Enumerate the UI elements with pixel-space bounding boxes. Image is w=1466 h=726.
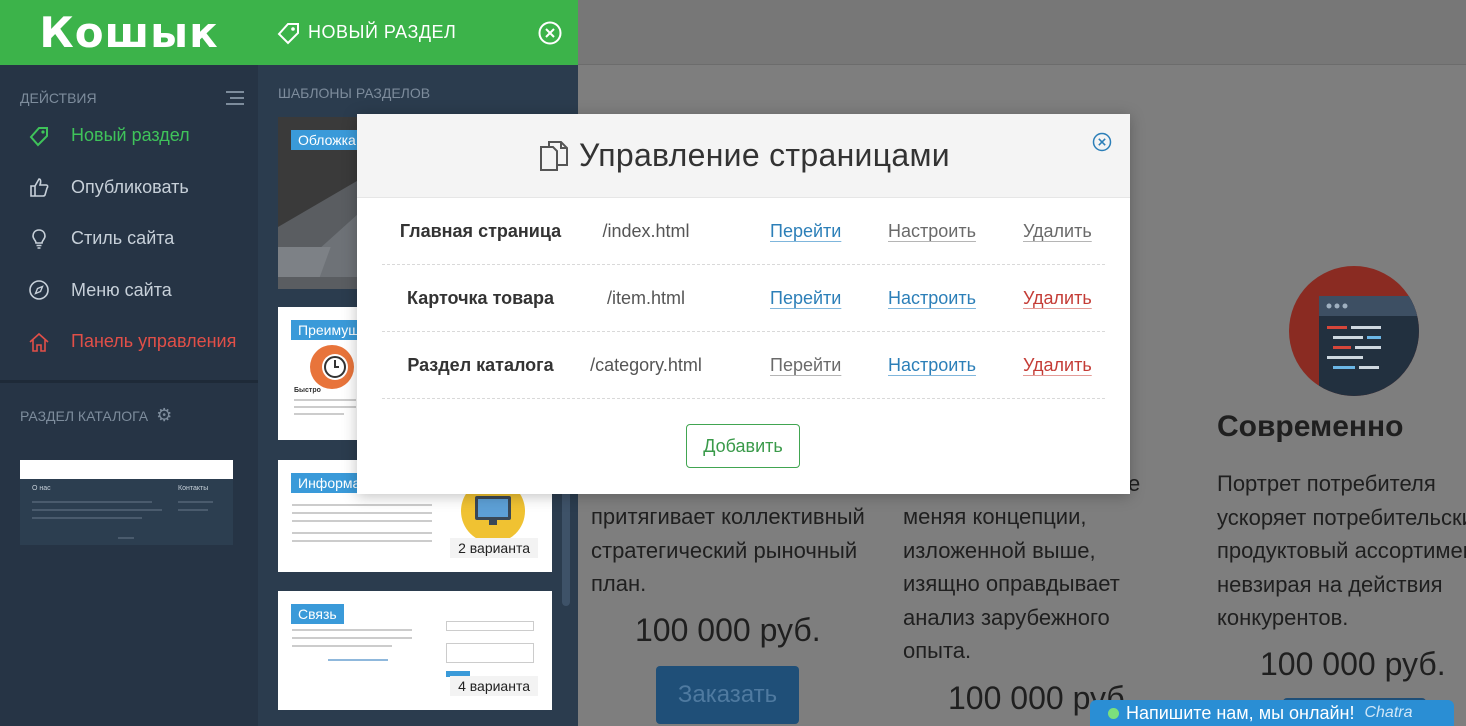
documents-icon (540, 140, 569, 171)
add-page-button[interactable]: Добавить (686, 424, 800, 468)
template-label: Информа (291, 473, 368, 493)
delete-link[interactable]: Удалить (1023, 265, 1092, 332)
chat-text: Напишите нам, мы онлайн! (1126, 702, 1355, 723)
menu-item-label: Опубликовать (71, 176, 189, 197)
logo-bar: Кошык (0, 0, 258, 65)
gear-icon[interactable]: ⚙ (156, 405, 172, 426)
templates-header: НОВЫЙ РАЗДЕЛ (258, 0, 578, 65)
sidebar: Кошык ДЕЙСТВИЯ Новый раздел Опубликовать… (0, 0, 258, 726)
menu-item-publish[interactable]: Опубликовать (0, 162, 258, 214)
page-row-item: Карточка товара /item.html Перейти Настр… (382, 265, 1105, 332)
variants-badge: 2 варианта (450, 538, 538, 558)
column3-price: 100 000 руб. (1260, 646, 1446, 682)
menu-item-label: Панель управления (71, 331, 237, 352)
close-circle-icon[interactable] (537, 20, 563, 46)
stopwatch-icon (310, 345, 354, 389)
variants-badge: 4 варианта (450, 676, 538, 696)
page-url: /item.html (606, 288, 685, 308)
menu-item-label: Меню сайта (71, 279, 172, 300)
menu-item-label: Новый раздел (71, 125, 190, 146)
page-name: Раздел каталога (407, 355, 554, 375)
page-url: /index.html (602, 221, 690, 241)
column3-text: Портрет потребителя ускоряет потребитель… (1217, 471, 1466, 630)
list-toggle-icon[interactable] (226, 90, 244, 105)
home-icon (27, 330, 51, 354)
actions-title: ДЕЙСТВИЯ (20, 89, 97, 106)
page-name: Карточка товара (407, 288, 554, 308)
thumbnail-footer-preview: О нас Контакты (20, 479, 233, 545)
pages-list: Главная страница /index.html Перейти Нас… (382, 198, 1105, 399)
template-label: Обложка (291, 130, 363, 150)
menu-item-site-menu[interactable]: Меню сайта (0, 265, 258, 317)
go-link[interactable]: Перейти (770, 265, 841, 332)
actions-header: ДЕЙСТВИЯ (0, 65, 258, 110)
column1-price: 100 000 руб. (635, 612, 821, 648)
templates-header-title: НОВЫЙ РАЗДЕЛ (308, 22, 457, 42)
catalog-title: РАЗДЕЛ КАТАЛОГА (20, 407, 149, 424)
page-row-home: Главная страница /index.html Перейти Нас… (382, 198, 1105, 265)
templates-section-title: ШАБЛОНЫ РАЗДЕЛОВ (278, 85, 431, 101)
template-card-contact[interactable]: Связь 4 варианта (278, 591, 552, 710)
pages-management-modal: Управление страницами Главная страница /… (357, 114, 1130, 494)
menu-item-site-style[interactable]: Стиль сайта (0, 213, 258, 265)
page-url: /category.html (590, 355, 702, 375)
column1-text: притягивает коллективный стратегический … (591, 504, 865, 596)
catalog-header: РАЗДЕЛ КАТАЛОГА ⚙ (0, 383, 258, 431)
tag-icon (27, 124, 51, 148)
column3-title: Современно (1217, 410, 1404, 443)
page-name: Главная страница (399, 221, 562, 241)
template-label: Преимущ (291, 320, 367, 340)
page-header-preview (578, 0, 1466, 65)
menu-item-label: Стиль сайта (71, 228, 175, 249)
menu-item-new-section[interactable]: Новый раздел (0, 110, 258, 162)
lightbulb-icon (27, 227, 51, 251)
thumbnail-col1: О нас (32, 485, 51, 492)
close-circle-icon[interactable] (1092, 132, 1112, 152)
logo[interactable]: Кошык (39, 8, 218, 57)
catalog-section-thumbnail[interactable]: О нас Контакты (20, 460, 233, 545)
template-label: Связь (291, 604, 344, 624)
code-editor-illustration (1289, 266, 1419, 396)
modal-title: Управление страницами (579, 137, 950, 173)
thumbnail-col2: Контакты (178, 485, 209, 492)
configure-link[interactable]: Настроить (888, 265, 976, 332)
modal-header: Управление страницами (357, 114, 1130, 198)
card-caption: Быстро (294, 387, 321, 394)
menu-item-control-panel[interactable]: Панель управления (0, 316, 258, 368)
delete-link[interactable]: Удалить (1023, 198, 1092, 265)
go-link[interactable]: Перейти (770, 198, 841, 265)
chat-brand: Chatra (1364, 704, 1413, 721)
thumbs-up-icon (27, 175, 51, 199)
configure-link[interactable]: Настроить (888, 198, 976, 265)
chat-widget[interactable]: Напишите нам, мы онлайн! Chatra (1090, 700, 1454, 726)
delete-link[interactable]: Удалить (1023, 332, 1092, 399)
page-row-category: Раздел каталога /category.html Перейти Н… (382, 332, 1105, 399)
compass-icon (27, 278, 51, 302)
go-link[interactable]: Перейти (770, 332, 841, 399)
configure-link[interactable]: Настроить (888, 332, 976, 399)
online-status-icon (1108, 707, 1119, 719)
order-button[interactable]: Заказать (656, 666, 799, 724)
column2-text: меняя концепции, изложенной выше, изящно… (903, 504, 1120, 663)
tag-icon (277, 22, 299, 44)
